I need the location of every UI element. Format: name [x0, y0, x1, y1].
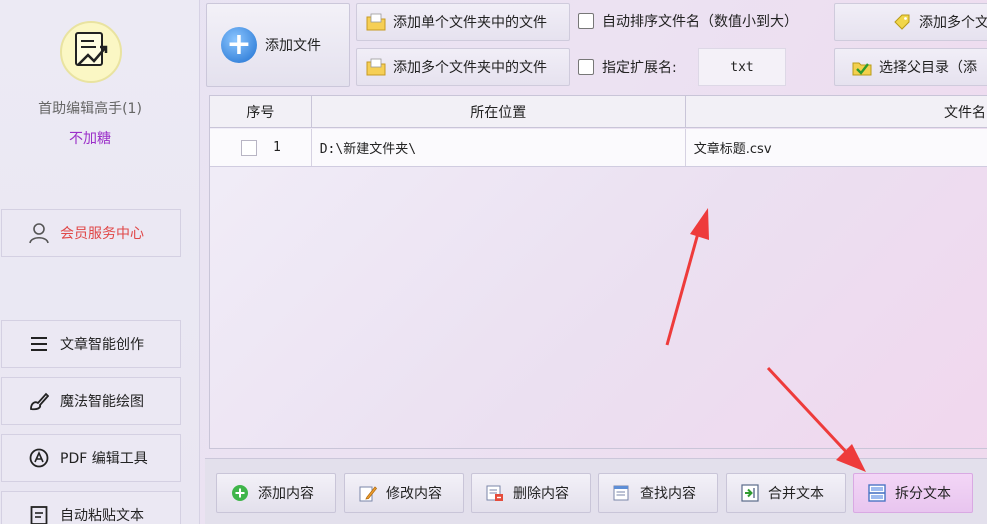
auto-sort-label: 自动排序文件名（数值小到大） [602, 14, 798, 30]
member-center-button[interactable]: 会员服务中心 [1, 209, 181, 257]
specify-ext-option[interactable]: 指定扩展名: [578, 48, 677, 86]
brush-icon [28, 390, 50, 412]
app-title: 首助编辑高手(1) [38, 101, 142, 117]
app-subtitle: 不加糖 [69, 131, 111, 147]
split-icon [867, 483, 887, 503]
add-file-button[interactable]: + 添加文件 [206, 3, 350, 87]
split-text-button[interactable]: 拆分文本 [853, 473, 973, 513]
delete-content-button[interactable]: 删除内容 [471, 473, 591, 513]
specify-ext-checkbox[interactable] [578, 59, 594, 75]
delete-icon [485, 483, 505, 503]
choose-parent-dir-label: 选择父目录（添 [879, 60, 977, 76]
add-single-folder-button[interactable]: 添加单个文件夹中的文件 [356, 3, 570, 41]
menu-lines-icon [28, 333, 50, 355]
pdf-icon [28, 447, 50, 469]
tag-icon [891, 12, 913, 32]
delete-content-label: 删除内容 [513, 486, 569, 502]
sidebar-item-label: 文章智能创作 [60, 337, 144, 353]
row-checkbox[interactable] [241, 139, 257, 156]
find-content-button[interactable]: 查找内容 [598, 473, 718, 513]
find-icon [612, 483, 632, 503]
column-header-filename[interactable]: 文件名 [686, 96, 987, 128]
index-cell: 1 [210, 129, 312, 166]
merge-text-label: 合并文本 [768, 486, 824, 502]
sidebar-item-pdf-tools[interactable]: PDF 编辑工具 [1, 434, 181, 482]
file-table: 序号 所在位置 文件名 1 D:\新建文件夹\ 文章标题.csv [209, 95, 987, 449]
folder-icon [365, 12, 387, 32]
add-file-label: 添加文件 [265, 38, 321, 54]
find-content-label: 查找内容 [640, 486, 696, 502]
add-content-label: 添加内容 [258, 486, 314, 502]
table-row[interactable]: 1 D:\新建文件夹\ 文章标题.csv [210, 129, 987, 167]
folder-icon [365, 57, 387, 77]
merge-icon [740, 483, 760, 503]
app-logo-icon [60, 21, 122, 83]
sidebar-item-label: 自动粘贴文本 [60, 508, 144, 524]
merge-text-button[interactable]: 合并文本 [726, 473, 846, 513]
row-location: D:\新建文件夹\ [312, 129, 686, 166]
plus-circle-icon: + [221, 27, 257, 63]
column-header-location[interactable]: 所在位置 [312, 96, 686, 128]
table-header: 序号 所在位置 文件名 [210, 96, 987, 128]
sidebar-item-label: PDF 编辑工具 [60, 451, 148, 467]
edit-content-label: 修改内容 [386, 486, 442, 502]
row-index: 1 [273, 140, 281, 155]
row-filename: 文章标题.csv [693, 142, 772, 157]
specify-ext-label: 指定扩展名: [602, 60, 677, 76]
add-content-button[interactable]: 添加内容 [216, 473, 336, 513]
member-center-label: 会员服务中心 [60, 226, 144, 242]
auto-sort-option[interactable]: 自动排序文件名（数值小到大） [578, 2, 798, 40]
paste-icon [28, 504, 50, 524]
plus-circle-icon [230, 483, 250, 503]
sidebar-item-magic-drawing[interactable]: 魔法智能绘图 [1, 377, 181, 425]
split-text-label: 拆分文本 [895, 486, 951, 502]
add-multi-files-button[interactable]: 添加多个文 [834, 3, 987, 41]
add-multi-files-label: 添加多个文 [919, 15, 987, 31]
choose-parent-dir-button[interactable]: 选择父目录（添 [834, 48, 987, 86]
sidebar: 首助编辑高手(1) 不加糖 会员服务中心 文章智能创作 魔法智能绘图 PDF 编… [0, 0, 200, 524]
add-multi-folder-label: 添加多个文件夹中的文件 [393, 60, 547, 76]
extension-input[interactable]: txt [698, 48, 786, 86]
add-multi-folder-button[interactable]: 添加多个文件夹中的文件 [356, 48, 570, 86]
user-icon [28, 222, 50, 244]
edit-content-button[interactable]: 修改内容 [344, 473, 464, 513]
sidebar-item-label: 魔法智能绘图 [60, 394, 144, 410]
edit-icon [358, 483, 378, 503]
add-single-folder-label: 添加单个文件夹中的文件 [393, 15, 547, 31]
sidebar-item-auto-paste[interactable]: 自动粘贴文本 [1, 491, 181, 524]
sidebar-item-article-creation[interactable]: 文章智能创作 [1, 320, 181, 368]
auto-sort-checkbox[interactable] [578, 13, 594, 29]
column-header-index[interactable]: 序号 [210, 96, 312, 128]
check-folder-icon [851, 57, 873, 77]
